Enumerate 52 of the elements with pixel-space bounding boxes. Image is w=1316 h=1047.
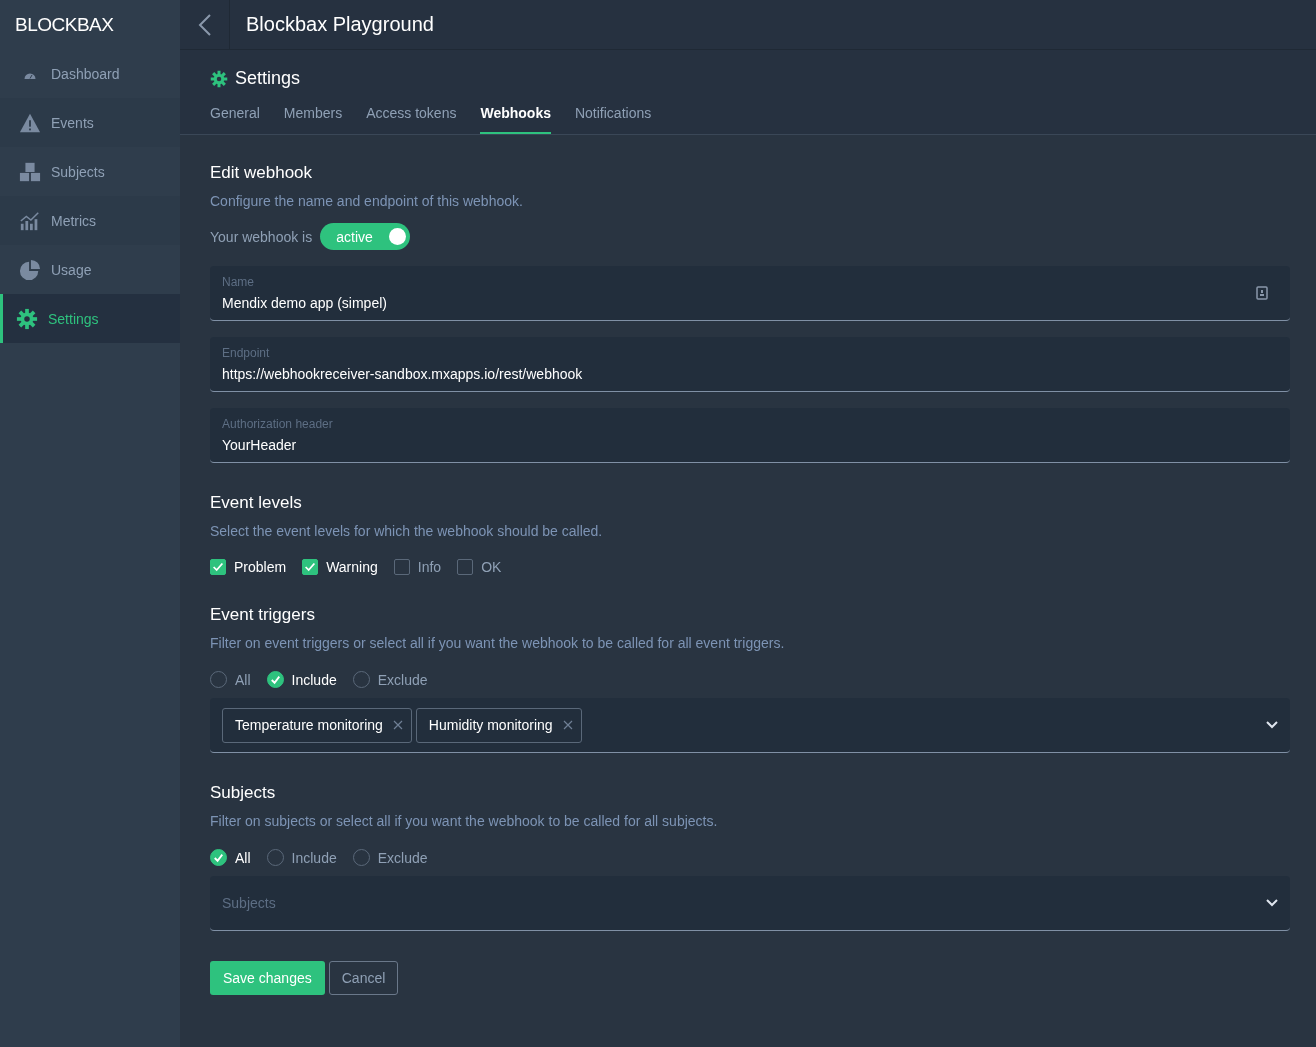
tab[interactable]: Members <box>283 105 343 134</box>
sidebar-item[interactable]: Usage <box>0 245 180 294</box>
sidebar-item[interactable]: Subjects <box>0 147 180 196</box>
section-title: Event triggers <box>210 605 316 625</box>
section-description: Select the event levels for which the webhook should be called. <box>210 523 604 539</box>
tab[interactable]: Webhooks <box>480 105 551 134</box>
input-field[interactable]: Endpoint https://webhookreceiver-sandbox.mxapps.io/rest/webhook <box>210 337 1290 392</box>
subjects-select[interactable]: Subjects <box>210 876 1290 931</box>
checkbox[interactable]: OK <box>457 559 502 575</box>
check-icon <box>211 560 225 574</box>
check-icon <box>303 560 318 574</box>
checkbox[interactable]: Warning <box>302 559 378 575</box>
gear-icon <box>210 69 228 88</box>
section-title: Edit webhook <box>210 163 314 183</box>
trigger-select[interactable]: Temperature monitoring Humidity monitoring <box>210 698 1290 753</box>
tab[interactable]: Access tokens <box>366 105 457 134</box>
id-card-icon[interactable] <box>1256 286 1268 300</box>
chart-icon <box>19 209 41 232</box>
chevron-down-icon[interactable] <box>1266 721 1278 729</box>
cancel-button[interactable]: Cancel <box>328 961 399 995</box>
logo: BLOCKBAX <box>14 12 115 37</box>
radio-button[interactable]: Include <box>266 849 337 866</box>
radio-button[interactable]: All <box>210 671 251 688</box>
page-title: Settings <box>235 68 301 89</box>
app-title: Blockbax Playground <box>246 13 434 36</box>
close-icon[interactable] <box>562 720 573 730</box>
input-field[interactable]: Authorization header YourHeader <box>210 408 1290 463</box>
section-description: Filter on subjects or select all if you want the webhook to be called for all subjects. <box>210 813 719 829</box>
chevron-down-icon[interactable] <box>1266 899 1278 907</box>
tag: Humidity monitoring <box>415 707 582 743</box>
radio-button[interactable]: All <box>210 849 251 866</box>
gear-icon <box>16 307 38 330</box>
tab[interactable]: Notifications <box>574 105 652 134</box>
pie-chart-icon <box>19 258 41 281</box>
chevron-left-icon[interactable] <box>197 12 212 37</box>
checkbox[interactable]: Problem <box>210 559 287 575</box>
blocks-icon <box>19 160 41 183</box>
section-description: Configure the name and endpoint of this webhook. <box>210 193 524 209</box>
radio-button[interactable]: Exclude <box>352 671 428 688</box>
input-field[interactable]: Name Mendix demo app (simpel) <box>210 266 1290 321</box>
radio-button[interactable]: Exclude <box>352 849 428 866</box>
section-title: Subjects <box>210 783 277 803</box>
tab[interactable]: General <box>210 105 260 134</box>
sidebar-item[interactable]: Dashboard <box>0 49 180 98</box>
sidebar-item[interactable]: Settings <box>0 294 180 343</box>
checkbox[interactable]: Info <box>393 559 442 575</box>
section-description: Filter on event triggers or select all if you want the webhook to be called for all event triggers. <box>210 635 786 651</box>
close-icon[interactable] <box>392 720 403 730</box>
status-label: Your webhook is <box>210 228 313 245</box>
tag: Temperature monitoring <box>222 707 412 743</box>
radio-button[interactable]: Include <box>266 671 337 688</box>
section-title: Event levels <box>210 493 303 513</box>
